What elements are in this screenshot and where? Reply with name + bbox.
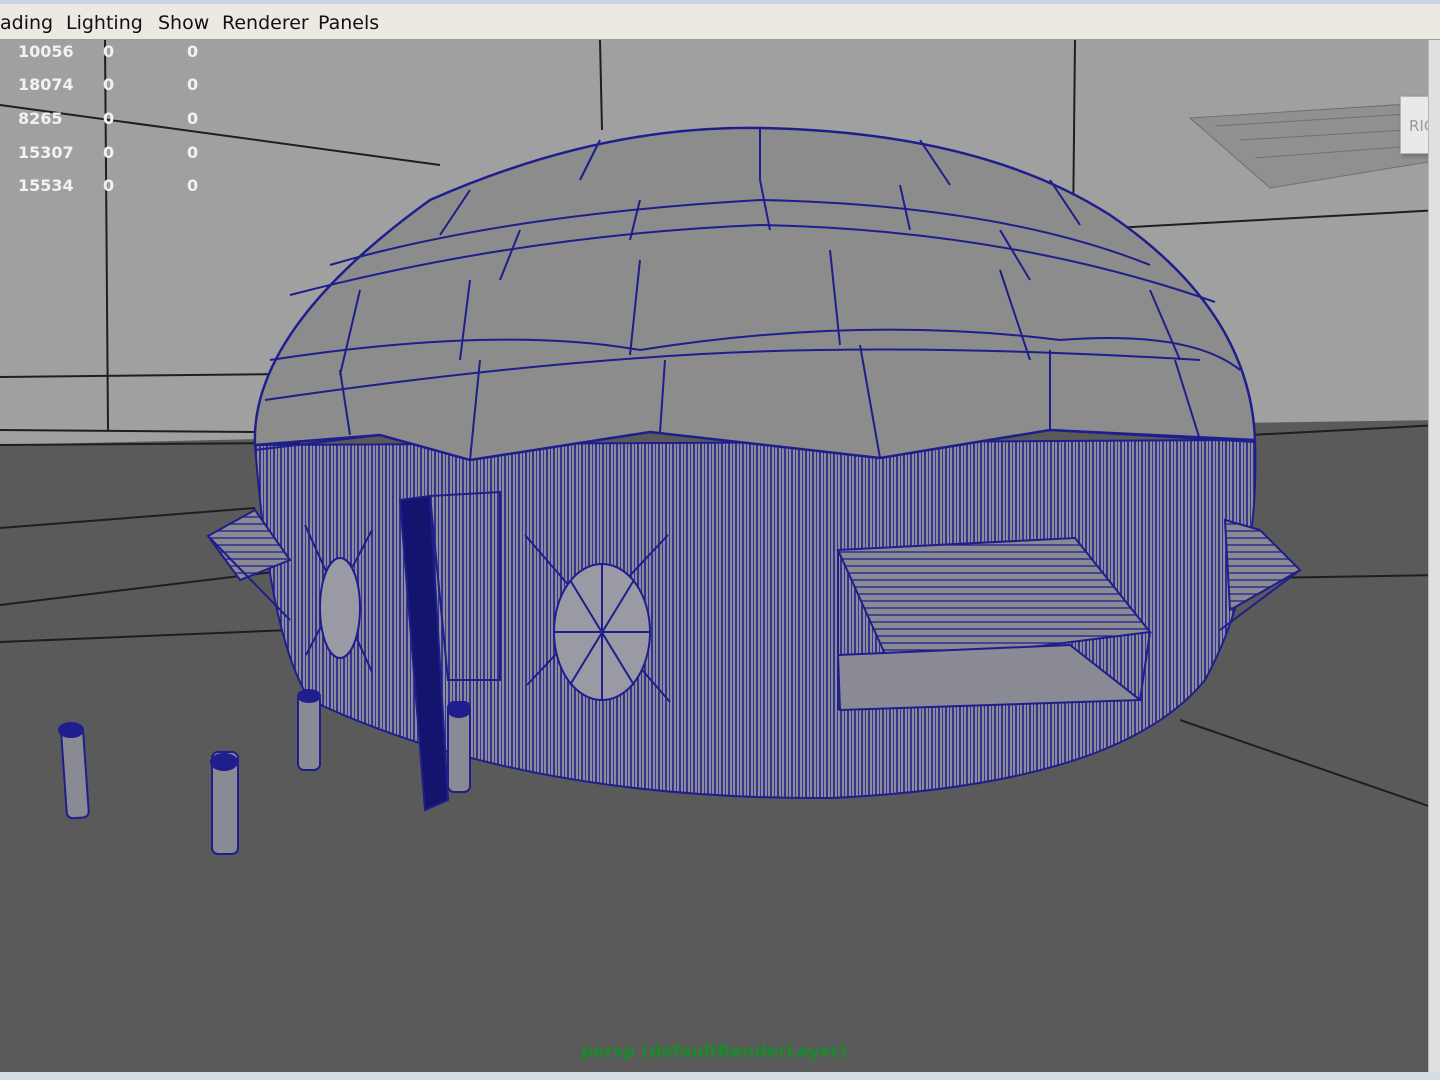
menu-lighting[interactable]: Lighting (66, 12, 143, 34)
menu-show[interactable]: Show (158, 12, 209, 34)
scene-render (0, 40, 1440, 1072)
perspective-viewport[interactable]: 10056 0 0 18074 0 0 8265 0 0 15307 0 0 1… (0, 40, 1440, 1072)
post-2 (210, 751, 239, 855)
camera-label: persp (defaultRenderLayer) (580, 1042, 848, 1062)
menu-shading[interactable]: ading (0, 12, 53, 34)
panel-menu-bar: ading Lighting Show Renderer Panels (0, 0, 1440, 40)
menu-panels[interactable]: Panels (318, 12, 379, 34)
menu-renderer[interactable]: Renderer (222, 12, 309, 34)
maya-window: ading Lighting Show Renderer Panels 1005… (0, 0, 1440, 1080)
panel-border-right (1428, 40, 1440, 1080)
panel-border-bottom (0, 1072, 1440, 1080)
post-3 (297, 689, 321, 771)
post-4 (447, 701, 471, 793)
